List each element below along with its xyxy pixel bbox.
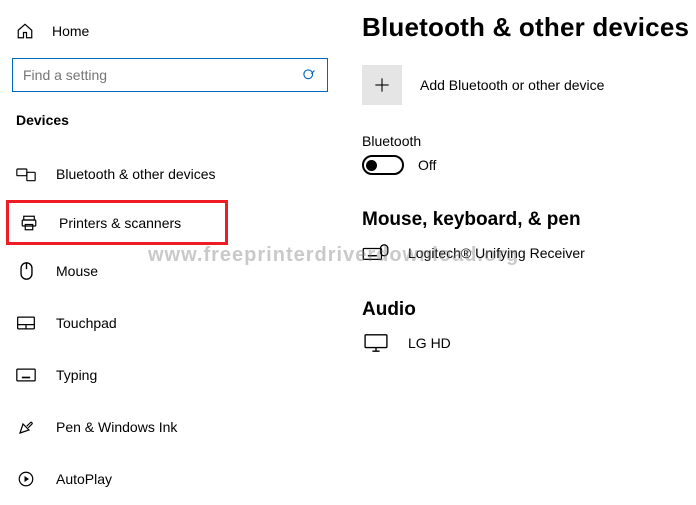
monitor-icon [362,333,390,353]
add-device-label: Add Bluetooth or other device [420,77,604,93]
sidebar-item-label: Pen & Windows Ink [56,419,177,435]
sidebar-item-printers[interactable]: Printers & scanners [6,200,228,245]
sidebar-item-label: Typing [56,367,97,383]
keyboard-icon [16,368,36,382]
pen-icon [16,418,36,436]
section-audio-title: Audio [362,299,696,321]
sidebar-item-label: Mouse [56,263,98,279]
sidebar-item-bluetooth[interactable]: Bluetooth & other devices [10,148,330,200]
bluetooth-label: Bluetooth [362,133,696,149]
home-icon [16,22,34,40]
sidebar-section-title: Devices [10,112,330,148]
section-mouse-title: Mouse, keyboard, & pen [362,209,696,231]
autoplay-icon [16,470,36,488]
sidebar-item-mouse[interactable]: Mouse [10,245,330,297]
sidebar-item-label: Touchpad [56,315,117,331]
page-title: Bluetooth & other devices [362,12,696,43]
main-panel: Bluetooth & other devices Add Bluetooth … [340,0,696,502]
sidebar-item-touchpad[interactable]: Touchpad [10,297,330,349]
home-label: Home [52,23,89,39]
sidebar-nav: Bluetooth & other devices Printers & sca… [10,148,330,505]
search-input[interactable] [12,58,328,92]
touchpad-icon [16,315,36,331]
bluetooth-devices-icon [16,166,36,182]
search-icon [302,68,317,83]
toggle-knob [366,160,377,171]
plus-icon [362,65,402,105]
sidebar-item-typing[interactable]: Typing [10,349,330,401]
sidebar-item-label: Printers & scanners [59,215,181,231]
device-row-receiver[interactable]: Logitech® Unifying Receiver [362,243,696,263]
sidebar-item-label: Bluetooth & other devices [56,166,216,182]
bluetooth-toggle-row: Off [362,155,696,175]
sidebar-item-autoplay[interactable]: AutoPlay [10,453,330,505]
search-field[interactable] [23,67,302,83]
sidebar-item-pen[interactable]: Pen & Windows Ink [10,401,330,453]
printer-icon [19,214,39,232]
sidebar: Home Devices Bluetooth & other devices P… [0,0,340,502]
bluetooth-toggle[interactable] [362,155,404,175]
sidebar-item-label: AutoPlay [56,471,112,487]
device-row-audio[interactable]: LG HD [362,333,696,353]
add-device-button[interactable]: Add Bluetooth or other device [362,65,696,105]
device-name: Logitech® Unifying Receiver [408,245,585,261]
mouse-icon [16,261,36,281]
device-name: LG HD [408,335,451,351]
settings-window: Home Devices Bluetooth & other devices P… [0,0,696,502]
home-button[interactable]: Home [10,18,330,58]
keyboard-mouse-icon [362,243,390,263]
bluetooth-state: Off [418,157,436,173]
